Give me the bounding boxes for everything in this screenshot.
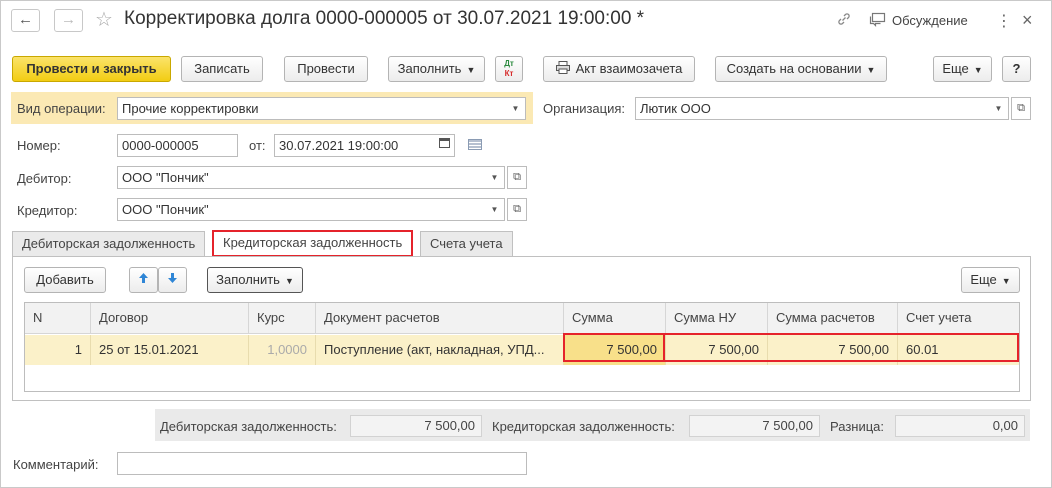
col-header-account[interactable]: Счет учета xyxy=(898,303,1019,334)
tab-accounts[interactable]: Счета учета xyxy=(420,231,513,256)
nav-forward-button[interactable]: → xyxy=(54,9,83,32)
col-header-document[interactable]: Документ расчетов xyxy=(316,303,564,334)
open-window-icon: ⧉ xyxy=(513,171,521,183)
panel-more-label: Еще xyxy=(970,272,997,287)
credit-total-value: 7 500,00 xyxy=(689,415,820,437)
nav-back-button[interactable]: ← xyxy=(11,9,40,32)
col-header-sum-settlement[interactable]: Сумма расчетов xyxy=(768,303,898,334)
chevron-down-icon: ▼ xyxy=(284,275,294,286)
debt-total-value: 7 500,00 xyxy=(350,415,482,437)
debtor-dropdown[interactable]: ▼ xyxy=(485,166,505,189)
comment-label: Комментарий: xyxy=(13,457,99,472)
arrow-left-icon: ← xyxy=(18,11,33,28)
cell-document[interactable]: Поступление (акт, накладная, УПД... xyxy=(316,335,564,365)
panel-fill-label: Заполнить xyxy=(216,272,280,287)
act-offset-button[interactable]: Акт взаимозачета xyxy=(543,56,695,82)
date-label: от: xyxy=(249,138,266,153)
chevron-down-icon: ▼ xyxy=(511,104,520,113)
difference-label: Разница: xyxy=(830,419,885,434)
vertical-dots-icon[interactable]: ⋮ xyxy=(996,11,1012,31)
kt-label: Кт xyxy=(504,69,514,78)
close-icon[interactable]: × xyxy=(1022,10,1033,31)
cell-contract[interactable]: 25 от 15.01.2021 xyxy=(91,335,249,365)
col-header-sum[interactable]: Сумма xyxy=(564,303,666,334)
date-field[interactable]: 30.07.2021 19:00:00 xyxy=(274,134,436,157)
col-header-rate[interactable]: Курс xyxy=(249,303,316,334)
operation-field[interactable]: Прочие корректировки xyxy=(117,97,507,120)
fill-label: Заполнить xyxy=(397,61,462,76)
arrow-up-icon xyxy=(138,272,149,287)
more-label: Еще xyxy=(942,61,969,76)
debtor-field[interactable]: ООО "Пончик" xyxy=(117,166,486,189)
link-icon[interactable] xyxy=(836,11,852,31)
arrow-down-icon xyxy=(167,272,178,287)
org-label: Организация: xyxy=(543,101,626,116)
chevron-down-icon: ▼ xyxy=(466,64,476,75)
discussion-link[interactable]: Обсуждение xyxy=(892,13,968,28)
debtor-label: Дебитор: xyxy=(17,171,72,186)
creditor-dropdown[interactable]: ▼ xyxy=(485,198,505,221)
post-and-close-button[interactable]: Провести и закрыть xyxy=(12,56,171,82)
fill-dropdown-button[interactable]: Заполнить ▼ xyxy=(388,56,485,82)
org-dropdown[interactable]: ▼ xyxy=(989,97,1009,120)
cell-rate[interactable]: 1,0000 xyxy=(249,335,316,365)
dt-kt-button[interactable]: Дт Кт xyxy=(495,56,523,82)
help-button[interactable]: ? xyxy=(1002,56,1031,82)
printer-icon xyxy=(555,58,570,82)
org-field[interactable]: Лютик ООО xyxy=(635,97,990,120)
creditor-open-button[interactable]: ⧉ xyxy=(507,198,527,221)
panel-more-button[interactable]: Еще ▼ xyxy=(961,267,1020,293)
chevron-down-icon: ▼ xyxy=(973,64,983,75)
difference-value: 0,00 xyxy=(895,415,1025,437)
number-label: Номер: xyxy=(17,138,61,153)
comment-field[interactable] xyxy=(117,452,527,475)
col-header-n[interactable]: N xyxy=(25,303,91,334)
write-button[interactable]: Записать xyxy=(181,56,263,82)
chevron-down-icon: ▼ xyxy=(994,104,1003,113)
debtor-open-button[interactable]: ⧉ xyxy=(507,166,527,189)
chevron-down-icon: ▼ xyxy=(866,64,876,75)
calendar-button[interactable] xyxy=(435,134,455,157)
dt-label: Дт xyxy=(504,59,514,68)
move-down-button[interactable] xyxy=(158,267,187,293)
credit-total-label: Кредиторская задолженность: xyxy=(492,419,675,434)
post-button[interactable]: Провести xyxy=(284,56,368,82)
chevron-down-icon: ▼ xyxy=(490,205,499,214)
creditor-field[interactable]: ООО "Пончик" xyxy=(117,198,486,221)
more-button[interactable]: Еще ▼ xyxy=(933,56,992,82)
cell-n[interactable]: 1 xyxy=(25,335,91,365)
add-row-button[interactable]: Добавить xyxy=(24,267,106,293)
org-open-button[interactable]: ⧉ xyxy=(1011,97,1031,120)
open-window-icon: ⧉ xyxy=(513,203,521,215)
creditor-label: Кредитор: xyxy=(17,203,78,218)
calendar-icon xyxy=(439,138,450,151)
tab-payables[interactable]: Кредиторская задолженность xyxy=(212,230,414,257)
open-window-icon: ⧉ xyxy=(1017,102,1025,114)
col-header-sum-nu[interactable]: Сумма НУ xyxy=(666,303,768,334)
operation-dropdown[interactable]: ▼ xyxy=(506,97,526,120)
create-based-button[interactable]: Создать на основании ▼ xyxy=(715,56,887,82)
chevron-down-icon: ▼ xyxy=(490,173,499,182)
star-icon[interactable]: ☆ xyxy=(95,7,113,32)
amounts-row-highlight xyxy=(563,333,1019,362)
act-label: Акт взаимозачета xyxy=(575,61,683,76)
document-list-icon[interactable] xyxy=(468,139,482,154)
chevron-down-icon: ▼ xyxy=(1001,275,1011,286)
number-field[interactable]: 0000-000005 xyxy=(117,134,238,157)
chat-icon[interactable] xyxy=(869,12,886,31)
arrow-right-icon: → xyxy=(61,11,76,28)
col-header-contract[interactable]: Договор xyxy=(91,303,249,334)
create-based-label: Создать на основании xyxy=(726,61,862,76)
operation-label: Вид операции: xyxy=(17,101,106,116)
panel-fill-button[interactable]: Заполнить ▼ xyxy=(207,267,303,293)
tab-receivables[interactable]: Дебиторская задолженность xyxy=(12,231,206,256)
debt-total-label: Дебиторская задолженность: xyxy=(160,419,337,434)
window-title: Корректировка долга 0000-000005 от 30.07… xyxy=(124,8,645,29)
move-up-button[interactable] xyxy=(129,267,158,293)
